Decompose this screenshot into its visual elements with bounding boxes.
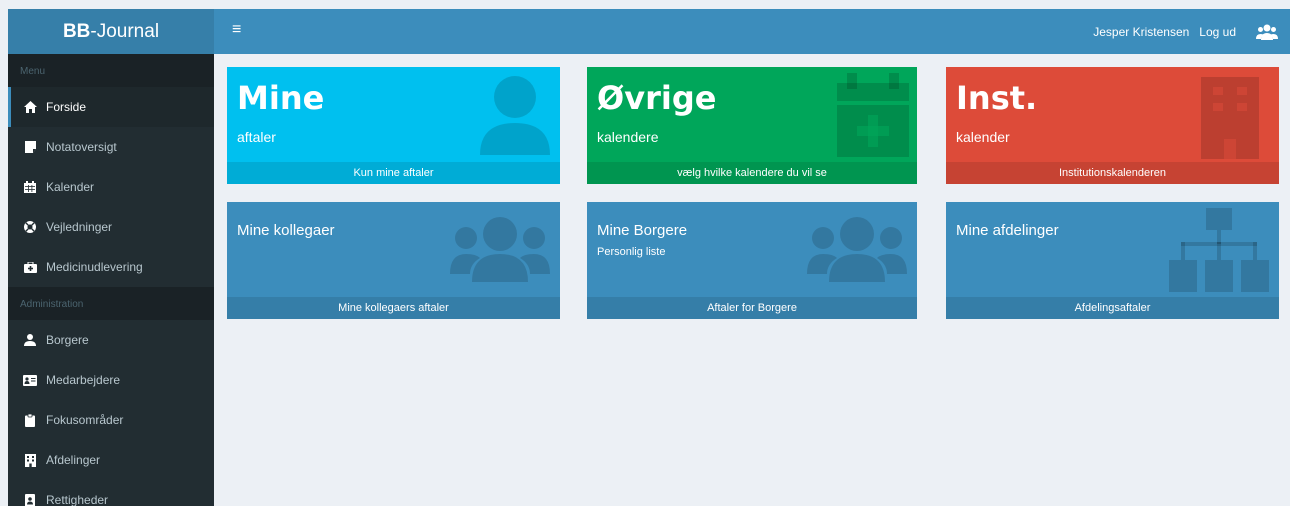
lifebuoy-icon xyxy=(23,220,37,234)
box-ovrige-kalendere[interactable]: Øvrige kalendere vælg hvilke kalendere d… xyxy=(587,67,917,184)
box-title: Mine Borgere xyxy=(597,222,688,239)
box-mine-aftaler[interactable]: Mine aftaler Kun mine aftaler xyxy=(227,67,560,184)
sidebar-item-label: Medicinudlevering xyxy=(46,260,143,274)
building-icon xyxy=(1201,77,1259,164)
sitemap-icon xyxy=(1169,208,1269,297)
box-mine-borgere[interactable]: Mine Borgere Personlig liste Aftaler for… xyxy=(587,202,917,319)
sidebar-item-label: Kalender xyxy=(46,180,95,194)
box-subtitle: kalendere xyxy=(597,129,659,145)
note-icon xyxy=(23,140,37,154)
box-footer-link[interactable]: Institutionskalenderen xyxy=(946,162,1279,184)
sidebar-item-rettigheder[interactable]: Rettigheder xyxy=(8,480,214,506)
sidebar-item-label: Vejledninger xyxy=(46,220,113,234)
logo-rest: -Journal xyxy=(90,20,160,42)
box-footer-link[interactable]: vælg hvilke kalendere du vil se xyxy=(587,162,917,184)
box-inst-kalender[interactable]: Inst. kalender Institutionskalenderen xyxy=(946,67,1279,184)
sidebar-item-medarbejdere[interactable]: Medarbejdere xyxy=(8,360,214,400)
sidebar-item-notatoversigt[interactable]: Notatoversigt xyxy=(8,127,214,167)
top-navbar: ≡ Jesper Kristensen Log ud xyxy=(214,9,1290,54)
box-title: Mine afdelinger xyxy=(956,222,1059,239)
sidebar-item-label: Notatoversigt xyxy=(46,140,117,154)
sidebar-item-medicinudlevering[interactable]: Medicinudlevering xyxy=(8,247,214,287)
box-subtitle: Personlig liste xyxy=(597,246,666,258)
box-subtitle: kalender xyxy=(956,129,1010,145)
box-subtitle: aftaler xyxy=(237,129,276,145)
sidebar-item-kalender[interactable]: Kalender xyxy=(8,167,214,207)
sidebar-item-label: Forside xyxy=(46,100,87,114)
navbar-user-area: Jesper Kristensen Log ud xyxy=(1093,9,1278,54)
box-title: Inst. xyxy=(956,79,1038,117)
sidebar-item-label: Afdelinger xyxy=(46,453,101,467)
box-mine-kollegaer[interactable]: Mine kollegaer Mine kollegaers aftaler xyxy=(227,202,560,319)
sidebar-item-label: Fokusområder xyxy=(46,413,124,427)
sidebar-item-fokusomraader[interactable]: Fokusområder xyxy=(8,400,214,440)
sidebar-item-label: Borgere xyxy=(46,333,89,347)
sidebar-item-label: Medarbejdere xyxy=(46,373,121,387)
box-footer-link[interactable]: Afdelingsaftaler xyxy=(946,297,1279,319)
box-title: Mine xyxy=(237,79,325,117)
app-logo[interactable]: BB -Journal xyxy=(8,9,214,54)
box-title: Øvrige xyxy=(597,79,717,117)
box-footer-link[interactable]: Mine kollegaers aftaler xyxy=(227,297,560,319)
users-icon[interactable] xyxy=(1256,24,1278,40)
logo-bold: BB xyxy=(62,20,91,42)
box-footer-link[interactable]: Aftaler for Borgere xyxy=(587,297,917,319)
id-card-icon xyxy=(23,373,37,387)
sidebar-toggle-button[interactable]: ≡ xyxy=(232,22,241,38)
sidebar: Menu Forside Notatoversigt Kalender Vejl… xyxy=(8,54,214,506)
sidebar-item-afdelinger[interactable]: Afdelinger xyxy=(8,440,214,480)
home-icon xyxy=(23,100,37,114)
sidebar-header-administration: Administration xyxy=(8,287,214,320)
box-title: Mine kollegaer xyxy=(237,222,335,239)
clipboard-icon xyxy=(23,413,37,427)
calendar-plus-icon xyxy=(837,73,909,162)
id-badge-icon xyxy=(23,493,37,506)
calendar-icon xyxy=(23,180,37,194)
user-name[interactable]: Jesper Kristensen xyxy=(1093,25,1189,39)
sidebar-item-label: Rettigheder xyxy=(46,493,109,506)
sidebar-item-borgere[interactable]: Borgere xyxy=(8,320,214,360)
box-mine-afdelinger[interactable]: Mine afdelinger Afdelingsaftaler xyxy=(946,202,1279,319)
user-icon xyxy=(23,333,37,347)
building-icon xyxy=(23,453,37,467)
users-icon xyxy=(450,216,550,287)
user-icon xyxy=(480,75,550,160)
sidebar-item-vejledninger[interactable]: Vejledninger xyxy=(8,207,214,247)
medkit-icon xyxy=(23,260,37,274)
users-icon xyxy=(807,216,907,287)
box-footer-link[interactable]: Kun mine aftaler xyxy=(227,162,560,184)
sidebar-item-forside[interactable]: Forside xyxy=(8,87,214,127)
sidebar-header-menu: Menu xyxy=(8,54,214,87)
logout-link[interactable]: Log ud xyxy=(1199,25,1236,39)
